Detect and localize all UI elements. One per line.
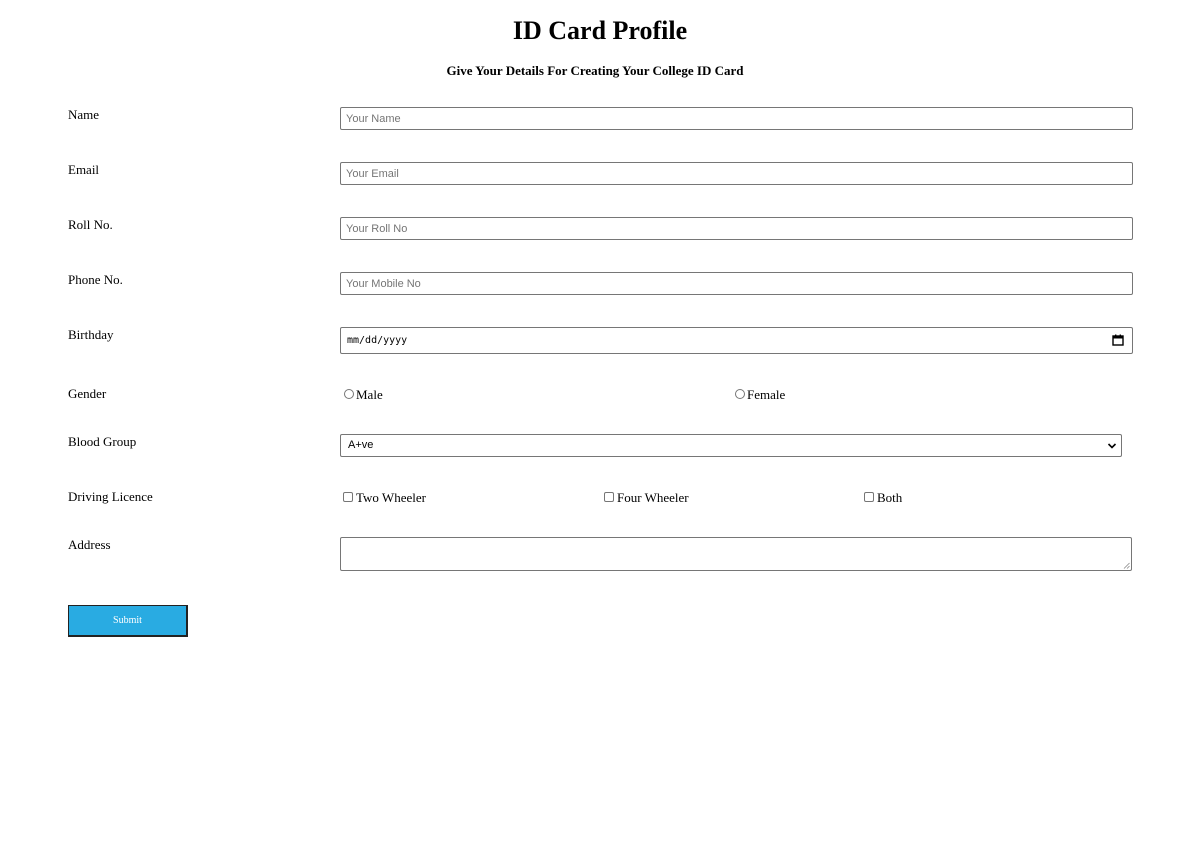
- gender-label: Gender: [68, 386, 107, 401]
- resize-handle-icon[interactable]: [1123, 562, 1130, 569]
- male-radio[interactable]: [344, 389, 354, 399]
- email-label: Email: [68, 162, 100, 177]
- address-label: Address: [68, 537, 111, 552]
- address-textarea[interactable]: [340, 537, 1132, 571]
- roll-no-input[interactable]: [340, 217, 1133, 240]
- male-radio-label[interactable]: Male: [356, 387, 383, 403]
- four-wheeler-checkbox[interactable]: [604, 492, 614, 502]
- phone-no-input[interactable]: [340, 272, 1133, 295]
- two-wheeler-label[interactable]: Two Wheeler: [356, 490, 426, 506]
- both-label[interactable]: Both: [877, 490, 902, 506]
- phone-no-label: Phone No.: [68, 272, 123, 287]
- page-subtitle: Give Your Details For Creating Your Coll…: [446, 63, 744, 78]
- calendar-icon[interactable]: [1112, 334, 1124, 346]
- two-wheeler-checkbox[interactable]: [343, 492, 353, 502]
- blood-group-select[interactable]: A+ve: [340, 434, 1122, 457]
- name-label: Name: [68, 107, 100, 122]
- four-wheeler-label[interactable]: Four Wheeler: [617, 490, 689, 506]
- chevron-down-icon: [1107, 443, 1117, 449]
- birthday-date-value: mm/dd/yyyy: [347, 335, 408, 346]
- birthday-date-input[interactable]: mm/dd/yyyy: [340, 327, 1133, 354]
- both-checkbox[interactable]: [864, 492, 874, 502]
- blood-group-label: Blood Group: [68, 434, 137, 449]
- female-radio[interactable]: [735, 389, 745, 399]
- submit-button[interactable]: Submit: [68, 605, 188, 637]
- roll-no-label: Roll No.: [68, 217, 113, 232]
- driving-licence-label: Driving Licence: [68, 489, 153, 504]
- birthday-label: Birthday: [68, 327, 114, 342]
- blood-group-selected-value: A+ve: [348, 439, 374, 451]
- page-title: ID Card Profile: [512, 16, 688, 45]
- email-input[interactable]: [340, 162, 1133, 185]
- female-radio-label[interactable]: Female: [747, 387, 785, 403]
- name-input[interactable]: [340, 107, 1133, 130]
